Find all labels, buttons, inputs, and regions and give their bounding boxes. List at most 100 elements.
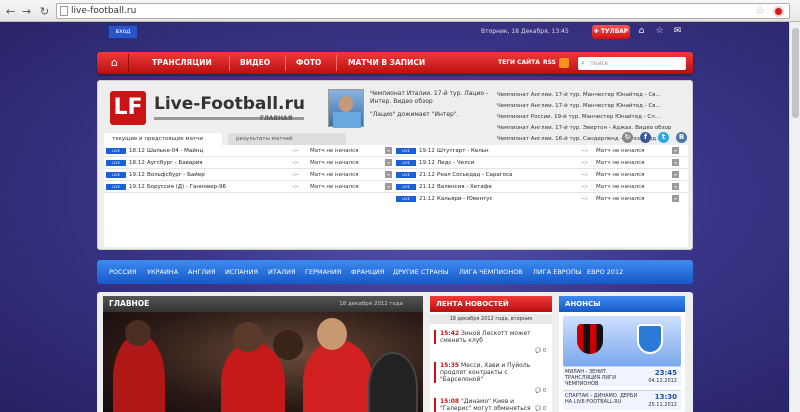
bookmark-star-icon[interactable]: ☆ <box>755 4 765 17</box>
tab-current-matches[interactable]: текущие и предстоящие матчи <box>104 133 222 145</box>
announcements-title: АНОНСЫ <box>559 296 685 312</box>
scrollbar-thumb[interactable] <box>792 28 799 118</box>
search-placeholder: поиск <box>590 60 609 67</box>
live-icon: LIVE <box>396 196 416 202</box>
live-icon: LIVE <box>106 172 126 178</box>
content-area: ГЛАВНОЕ 18 декабря 2012 года ЛЕНТА НОВОС… <box>97 292 693 412</box>
match-info-icon[interactable]: ≡ <box>385 171 392 178</box>
headline-item[interactable]: Чемпионат России. 19-й тур. Манчестер Юн… <box>497 112 687 123</box>
mail-icon[interactable]: ✉ <box>672 26 683 37</box>
news-feed: ЛЕНТА НОВОСТЕЙ 18 декабря 2012 года, вто… <box>430 296 552 412</box>
tab-results[interactable]: результаты матчей <box>228 133 346 145</box>
match-row[interactable]: LIVE 21:12 Валенсия - Хетафе -:- Матч не… <box>396 181 688 193</box>
euro-2012[interactable]: ЕВРО 2012 <box>587 260 623 284</box>
announcement-image[interactable] <box>563 316 681 366</box>
news-feed-date: 18 декабря 2012 года, вторник <box>430 314 552 324</box>
match-info-icon[interactable]: ≡ <box>672 171 679 178</box>
reload-icon[interactable]: ↻ <box>38 5 51 18</box>
rss-link[interactable]: RSS <box>543 52 556 74</box>
news-item[interactable]: 15:42 Зиной Лескотт может сменить клуб <box>434 330 546 344</box>
menu-item-recorded[interactable]: МАТЧИ В ЗАПИСИ <box>348 52 425 74</box>
home-menu-icon[interactable]: ⌂ <box>101 54 129 72</box>
headline-item[interactable]: Чемпионат Англии. 17-й тур. Манчестер Юн… <box>497 101 687 112</box>
country-other[interactable]: ДРУГИЕ СТРАНЫ <box>393 260 448 284</box>
country-spain[interactable]: ИСПАНИЯ <box>225 260 258 284</box>
refresh-icon[interactable]: ↻ <box>622 132 633 143</box>
search-input[interactable]: ⌕ поиск <box>578 57 686 70</box>
menu-item-translations[interactable]: ТРАНСЛЯЦИИ <box>152 52 212 74</box>
featured-news[interactable]: Чемпионат Италии. 17-й тур. Лацио - Инте… <box>370 90 490 119</box>
live-icon: LIVE <box>106 184 126 190</box>
vk-icon[interactable]: B <box>676 132 687 143</box>
champions-league[interactable]: ЛИГА ЧЕМПИОНОВ <box>459 260 523 284</box>
announcement-item[interactable]: СПАРТАК - ДИНАМО. ДЕРБИ НА LIVE-FOOTBALL… <box>563 390 681 410</box>
country-england[interactable]: АНГЛИЯ <box>188 260 216 284</box>
match-row[interactable]: LIVE 21:12 Реал Сосьедад - Сарагоса -:- … <box>396 169 688 181</box>
address-bar[interactable]: live-football.ru ☆ <box>56 3 790 19</box>
milan-crest-icon <box>577 324 603 354</box>
match-row[interactable]: LIVE 19:12 Лидс - Челси -:- Матч не нача… <box>396 157 688 169</box>
bookmark-icon[interactable]: ☆ <box>654 26 665 37</box>
toolbar-label: ТУЛБАР <box>600 28 629 35</box>
toolbar-button[interactable]: ✚ ТУЛБАР <box>592 25 630 39</box>
forward-icon[interactable]: → <box>20 5 33 18</box>
home-icon[interactable]: ⌂ <box>636 26 647 37</box>
news-item[interactable]: 15:08 "Динамо" Киев и "Галерис" могут об… <box>434 398 546 412</box>
scrollbar[interactable] <box>789 22 800 412</box>
headline-item[interactable]: Чемпионат Англии. 17-й тур. Манчестер Юн… <box>497 90 687 101</box>
match-row[interactable]: LIVE 19:12 Штутгарт - Кельн -:- Матч не … <box>396 145 688 157</box>
country-germany[interactable]: ГЕРМАНИЯ <box>305 260 341 284</box>
announcements: АНОНСЫ МИЛАН - ЗЕНИТ. ТРАНСЛЯЦИЯ ЛИГИ ЧЕ… <box>559 296 685 412</box>
featured-caption: "Лацио" дожимает "Интер". <box>370 111 459 118</box>
match-info-icon[interactable]: ≡ <box>385 183 392 190</box>
country-ukraine[interactable]: УКРАИНА <box>147 260 178 284</box>
url-text: live-football.ru <box>71 6 137 16</box>
live-icon: LIVE <box>396 160 416 166</box>
rss-icon[interactable] <box>559 58 569 68</box>
page: вход Вторник, 18 Декабря, 13:45 ✚ ТУЛБАР… <box>0 22 789 412</box>
facebook-icon[interactable]: f <box>640 132 651 143</box>
header-panel: LF Live-Football.ru ГЛАВНАЯ Чемпионат Ит… <box>97 80 693 250</box>
match-info-icon[interactable]: ≡ <box>672 183 679 190</box>
country-russia[interactable]: РОССИЯ <box>109 260 137 284</box>
comment-count[interactable]: 💬 0 <box>535 388 546 394</box>
live-icon: LIVE <box>396 184 416 190</box>
featured-text: Чемпионат Италии. 17-й тур. Лацио - Инте… <box>370 90 489 105</box>
main-menu: ⌂ ТРАНСЛЯЦИИ ВИДЕО ФОТО МАТЧИ В ЗАПИСИ Т… <box>97 52 693 74</box>
live-icon: LIVE <box>396 172 416 178</box>
page-icon <box>60 6 68 16</box>
menu-item-photo[interactable]: ФОТО <box>296 52 321 74</box>
match-info-icon[interactable]: ≡ <box>385 147 392 154</box>
match-info-icon[interactable]: ≡ <box>672 159 679 166</box>
site-logo[interactable]: LF Live-Football.ru ГЛАВНАЯ <box>110 91 320 125</box>
main-title: ГЛАВНОЕ 18 декабря 2012 года <box>103 296 423 312</box>
news-item[interactable]: 15:35 Месси, Хави и Пуйоль продлят контр… <box>434 362 546 383</box>
news-feed-title: ЛЕНТА НОВОСТЕЙ <box>430 296 552 312</box>
main-date: 18 декабря 2012 года <box>339 301 403 307</box>
comment-count[interactable]: 💬 0 <box>535 348 546 354</box>
search-icon: ⌕ <box>581 59 585 67</box>
live-icon: LIVE <box>396 148 416 154</box>
tags-link[interactable]: ТЕГИ САЙТА <box>498 52 540 74</box>
back-icon[interactable]: ← <box>4 5 17 18</box>
country-italy[interactable]: ИТАЛИЯ <box>268 260 296 284</box>
logo-name: Live-Football.ru <box>154 94 305 114</box>
match-info-icon[interactable]: ≡ <box>672 195 679 202</box>
europa-league[interactable]: ЛИГА ЕВРОПЫ <box>533 260 581 284</box>
extension-icon[interactable] <box>773 6 784 17</box>
live-icon: LIVE <box>106 160 126 166</box>
matches-table: LIVE 18:12 Шальке-04 - Майнц -:- Матч не… <box>104 145 688 247</box>
match-info-icon[interactable]: ≡ <box>672 147 679 154</box>
country-france[interactable]: ФРАНЦИЯ <box>351 260 384 284</box>
match-info-icon[interactable]: ≡ <box>385 159 392 166</box>
announcement-item[interactable]: МИЛАН - ЗЕНИТ. ТРАНСЛЯЦИЯ ЛИГИ ЧЕМПИОНОВ… <box>563 366 681 387</box>
featured-photo[interactable] <box>328 89 364 128</box>
match-row[interactable]: LIVE 21:12 Кальяри - Ювентус -:- Матч не… <box>396 193 688 205</box>
login-button[interactable]: вход <box>108 25 138 39</box>
main-news-block: ГЛАВНОЕ 18 декабря 2012 года <box>103 296 423 412</box>
zenit-crest-icon <box>637 324 663 354</box>
comment-count[interactable]: 💬 0 <box>535 406 546 412</box>
twitter-icon[interactable]: t <box>658 132 669 143</box>
main-news-photo[interactable] <box>103 312 423 412</box>
menu-item-video[interactable]: ВИДЕО <box>240 52 270 74</box>
